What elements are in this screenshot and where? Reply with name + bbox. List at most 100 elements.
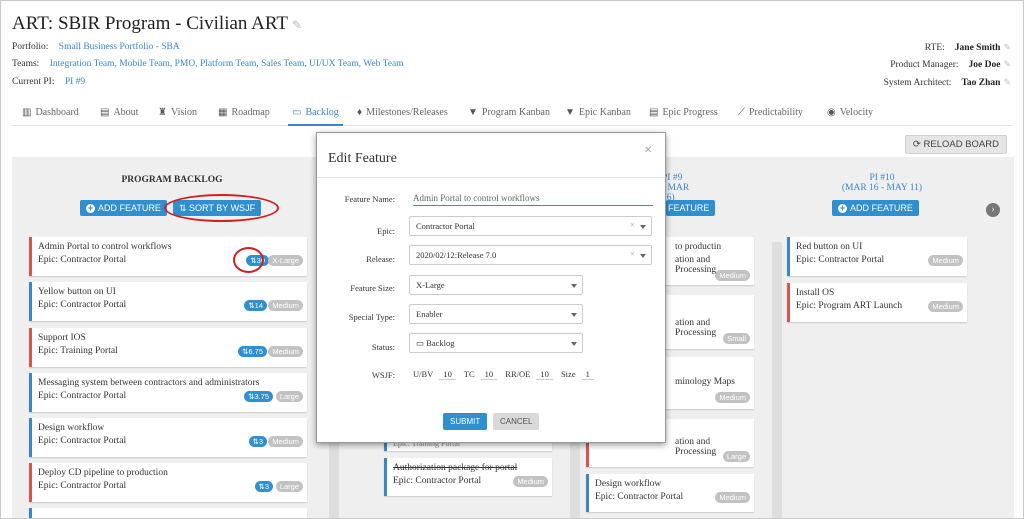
add-feature-label: ADD FEATURE [850,203,913,213]
clear-icon[interactable]: × [630,249,635,259]
pi9-card[interactable]: Design workflow Epic: Contractor Portal … [586,474,754,512]
rroe-label: RR/OE [505,369,531,379]
inbox-icon: ▭ [416,338,427,348]
column-scrollbar[interactable] [772,242,782,518]
backlog-card[interactable]: Deploy CD pipeline to production Epic: C… [29,463,307,502]
tab-predictability[interactable]: ⟋ Predictability [738,107,803,118]
tab-program-kanban[interactable]: ▼ Program Kanban [468,107,550,118]
tab-label: Vision [170,107,198,118]
tab-vision[interactable]: ♜ Vision [158,107,197,118]
backlog-card[interactable]: Messaging system between contractors and… [29,373,307,412]
size-input[interactable]: 1 [581,369,594,380]
pi10-dates: (MAR 16 - MAY 11) [841,183,923,193]
status-select[interactable]: ▭ Backlog [409,333,583,353]
tab-label: Predictability [749,107,803,118]
card-title: Deploy CD pipeline to production [38,468,168,478]
add-feature-button[interactable]: + ADD FEATURE [80,200,167,216]
chevron-down-icon [571,284,577,288]
chevron-down-icon [640,225,646,229]
special-type-select[interactable]: Enabler [409,304,583,324]
tab-milestones[interactable]: ♦ Milestones/Releases [357,107,448,118]
edit-pm-icon[interactable]: ✎ [1003,59,1011,69]
tab-label: About [113,107,139,118]
feature-name-input[interactable]: Admin Portal to control workflows [413,190,653,206]
scroll-right-icon[interactable]: › [986,203,1000,217]
map-icon: ▦ [218,107,228,118]
feature-size-select[interactable]: X-Large [409,275,583,295]
size-badge: Medium [268,300,303,311]
edit-title-icon[interactable]: ✎ [292,18,302,32]
tab-label: Backlog [305,107,339,118]
tab-label: Roadmap [231,107,270,118]
current-pi-row: Current PI: PI #9 [12,77,85,87]
backlog-card[interactable]: Design workflow Epic: Contractor Portal … [29,418,307,457]
ubv-input[interactable]: 10 [439,369,456,380]
add-feature-button-pi10[interactable]: + ADD FEATURE [832,200,919,216]
tab-label: Epic Progress [662,107,718,118]
release-value: 2020/02/12:Release 7.0 [416,250,497,260]
backlog-card[interactable]: Yellow button on UI Epic: Contractor Por… [29,282,307,321]
tab-epic-kanban[interactable]: ▼ Epic Kanban [565,107,631,118]
size-badge: Large [275,391,303,402]
close-icon[interactable]: × [644,143,652,159]
edit-feature-modal: Edit Feature × Feature Name: Admin Porta… [316,132,666,443]
diamond-icon: ♦ [357,107,363,118]
epic-select[interactable]: Contractor Portal × [409,216,652,236]
wsjf-value: 3 [264,482,269,491]
backlog-card[interactable]: Admin Portal to control workflows Epic: … [29,237,307,276]
special-type-value: Enabler [416,309,443,319]
tab-roadmap[interactable]: ▦ Roadmap [218,107,270,118]
sa-value: Tao Zhan [961,78,1001,88]
clear-icon[interactable]: × [630,220,635,230]
inbox-icon: ▭ [292,107,302,118]
size-badge: Medium [715,392,750,403]
pi10-name: PI #10 [869,173,895,183]
rroe-input[interactable]: 10 [536,369,553,380]
tab-dashboard[interactable]: ▥ Dashboard [22,107,79,118]
backlog-card-partial[interactable] [29,508,307,518]
submit-button[interactable]: SUBMIT [443,413,488,430]
cancel-button[interactable]: CANCEL [493,413,540,430]
pi9-title: PI #9 - MAR 16) [662,173,702,203]
reload-board-button[interactable]: ⟳ RELOAD BOARD [904,135,1007,154]
pi10-card[interactable]: Red button on UI Epic: Contractor Portal… [787,237,967,276]
tc-input[interactable]: 10 [480,369,498,380]
tab-about[interactable]: ▤ About [100,107,138,118]
tab-epic-progress[interactable]: ▤ Epic Progress [649,107,718,118]
card-title: Support IOS [38,333,86,343]
art-title: ART: SBIR Program - Civilian ART [12,13,288,34]
card-title: Design workflow [38,423,105,433]
portfolio-link[interactable]: Small Business Portfolio - SBA [59,42,180,52]
pi-card[interactable]: Authorization package for portal Epic: C… [384,458,552,496]
edit-rte-icon[interactable]: ✎ [1003,42,1011,52]
pi10-card[interactable]: Install OS Epic: Program ART Launch Medi… [787,283,967,322]
highlight-oval [164,194,279,222]
size-badge: Medium [513,476,548,487]
edit-sa-icon[interactable]: ✎ [1003,77,1011,87]
add-feature-button-pi9[interactable]: FEATURE [666,200,716,216]
teams-links[interactable]: Integration Team, Mobile Team, PMO, Plat… [50,59,404,69]
wsjf-badge: ⇅3 [254,481,273,492]
rte-value: Jane Smith [954,43,1001,53]
portfolio-label: Portfolio: [12,42,49,52]
feature-size-label: Feature Size: [350,283,395,293]
modal-title: Edit Feature [328,151,397,166]
card-title: Install OS [796,288,835,298]
add-feature-label: ADD FEATURE [98,203,161,213]
size-badge: Medium [928,301,963,312]
sa-row: System Architect: Tao Zhan ✎ [884,77,1011,88]
pm-label: Product Manager: [890,60,959,70]
size-label: Size [560,369,576,379]
card-title: Yellow button on UI [38,287,116,297]
highlight-oval [233,247,264,273]
epic-value: Contractor Portal [416,221,475,231]
current-pi-link[interactable]: PI #9 [65,77,85,87]
size-badge: Large [722,451,750,462]
backlog-card[interactable]: Support IOS Epic: Training Portal ⇅6.75 … [29,328,307,367]
release-select[interactable]: 2020/02/12:Release 7.0 × [409,245,652,265]
epic-label: Epic: [377,226,395,236]
tab-backlog[interactable]: ▭ Backlog [288,107,343,126]
card-title: Authorization package for portal [393,463,518,473]
wsjf-label: WSJF: [371,370,395,380]
tab-velocity[interactable]: ◉ Velocity [827,107,873,118]
